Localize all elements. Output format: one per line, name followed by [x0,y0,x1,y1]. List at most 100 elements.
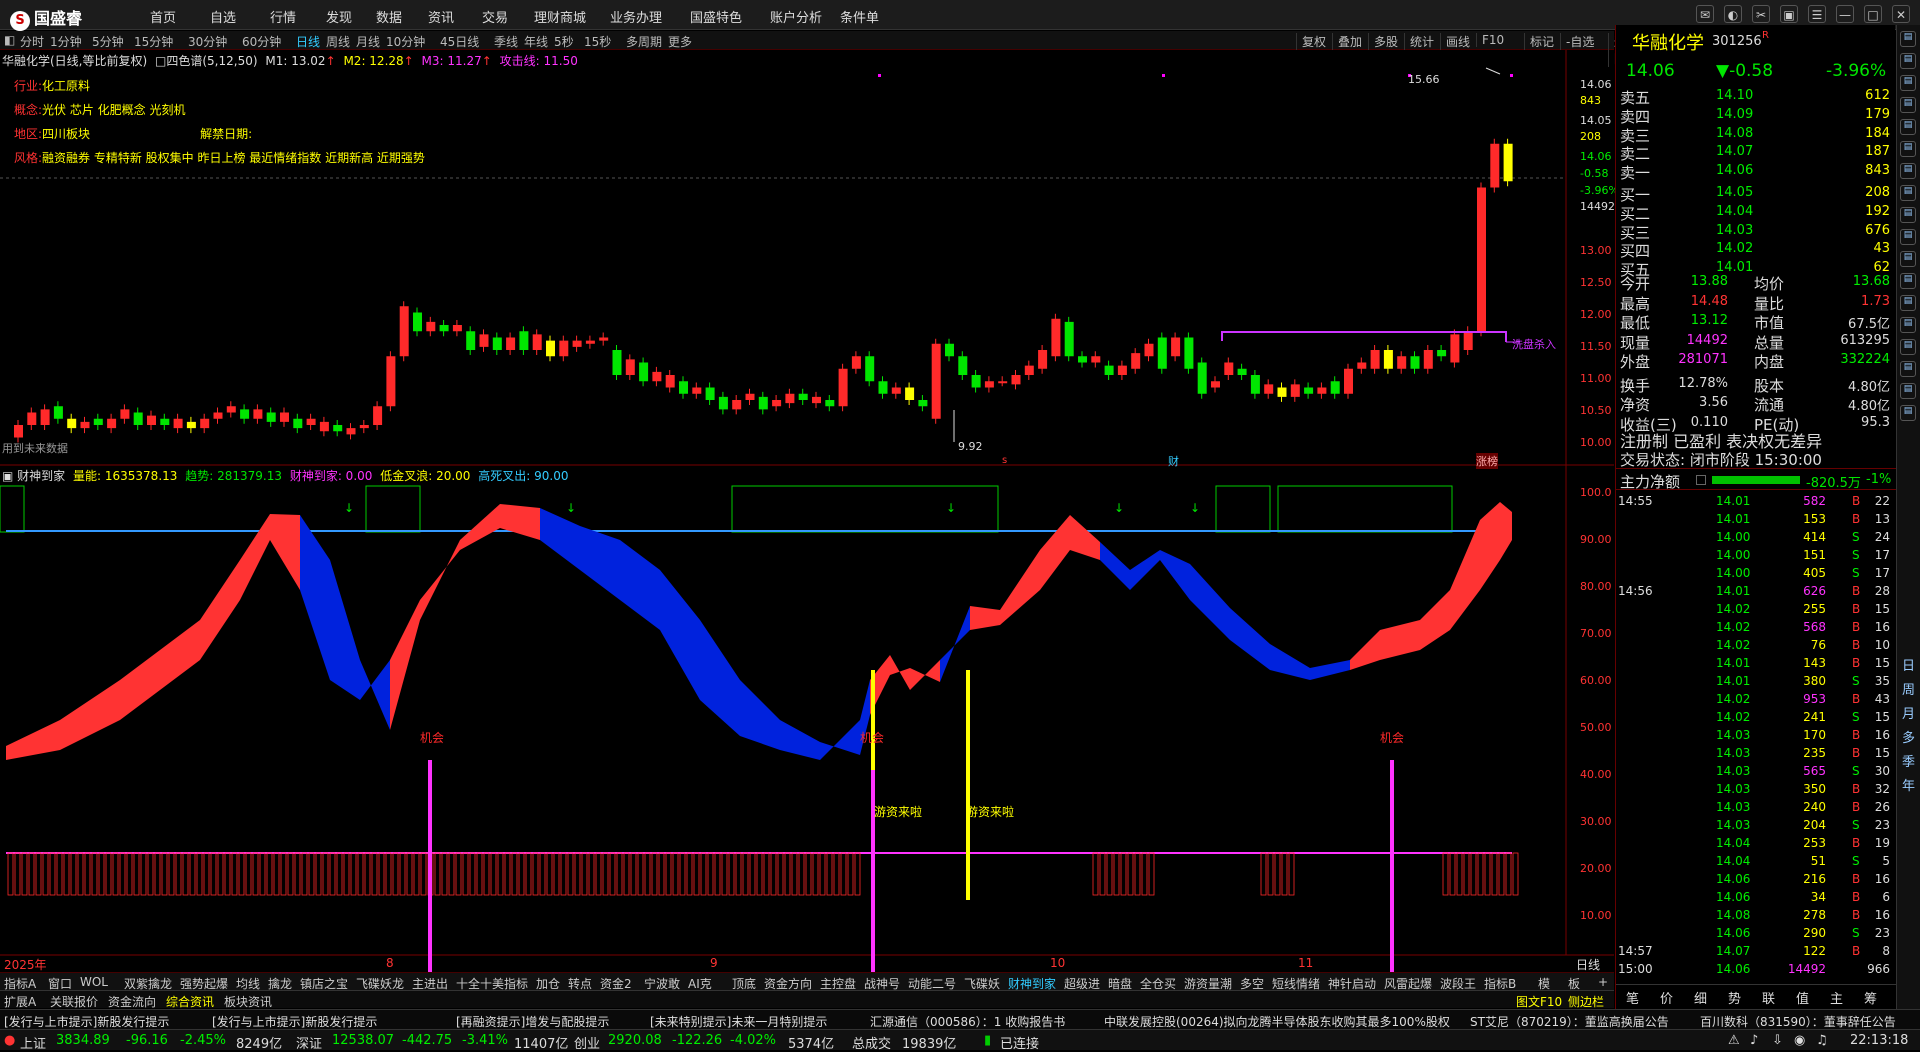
indicator-tab-2[interactable]: WOL [80,975,108,989]
alert-icon[interactable]: ⚠ [1728,1033,1740,1048]
side-period-3[interactable]: 多 [1902,727,1915,746]
ask-row[interactable]: 卖一 14.06 843 [1616,162,1896,182]
lock-icon[interactable]: ▣ [1780,5,1798,23]
menu-item-2[interactable]: 行情 [270,7,296,26]
quote-tab-6[interactable]: 主 [1830,988,1843,1007]
menu-item-6[interactable]: 交易 [482,7,508,26]
period-tab-4[interactable]: 30分钟 [188,33,227,50]
side-tool-icon[interactable]: ▤ [1900,53,1916,69]
quote-tab-1[interactable]: 价 [1660,988,1673,1007]
period-tab-5[interactable]: 60分钟 [242,33,281,50]
side-tool-icon[interactable]: ▤ [1900,361,1916,377]
news-item-6[interactable]: ST艾尼（870219）：董监高换届公告 [1470,1013,1669,1030]
news-item-3[interactable]: [未来特别提示]未来一月特别提示 [650,1013,827,1030]
quote-tab-3[interactable]: 势 [1728,988,1741,1007]
news-item-1[interactable]: [发行与上市提示]新股发行提示 [212,1013,377,1030]
chart-tool-1[interactable]: 叠加 [1332,33,1362,50]
period-tab-0[interactable]: 分时 [20,33,44,50]
minimize-icon[interactable]: — [1836,5,1854,23]
skin-icon[interactable]: ◐ [1724,5,1742,23]
menu-item-10[interactable]: 账户分析 [770,7,822,26]
ask-row[interactable]: 卖三 14.08 184 [1616,125,1896,145]
chart-tool-4[interactable]: 画线 [1440,33,1470,50]
side-tool-icon[interactable]: ▤ [1900,141,1916,157]
menu-item-7[interactable]: 理财商城 [534,7,586,26]
news-ticker[interactable]: [发行与上市提示]新股发行提示 [发行与上市提示]新股发行提示 [再融资提示]增发与… [0,1009,1920,1029]
side-tool-icon[interactable]: ▤ [1900,75,1916,91]
chat-icon[interactable]: ◉ [1794,1033,1805,1048]
chart-tool-3[interactable]: 统计 [1404,33,1434,50]
news-item-0[interactable]: [发行与上市提示]新股发行提示 [4,1013,169,1030]
close-icon[interactable]: ✕ [1892,5,1910,23]
quote-tab-4[interactable]: 联 [1762,988,1775,1007]
side-tool-icon[interactable]: ▤ [1900,163,1916,179]
chart-area[interactable]: ↓ ↓ ↓ ↓ ↓ 机会 机会 机会 游资来啦 游资来啦 华融化学(日线,等比前复权) □四色谱(… [0,50,1619,980]
quote-tab-2[interactable]: 细 [1694,988,1707,1007]
bell-icon[interactable]: ♫ [1816,1033,1828,1048]
bid-row[interactable]: 买二 14.04 192 [1616,203,1896,223]
side-tool-icon[interactable]: ▤ [1900,207,1916,223]
info-tab-3[interactable]: 综合资讯 [166,993,214,1010]
menu-item-5[interactable]: 资讯 [428,7,454,26]
ask-row[interactable]: 卖四 14.09 179 [1616,106,1896,126]
news-item-7[interactable]: 百川数科（831590）：董事辞任公告 [1700,1013,1896,1030]
period-tab-12[interactable]: 年线 [524,33,548,50]
side-tool-icon[interactable]: ▤ [1900,295,1916,311]
period-tab-10[interactable]: 45日线 [440,33,479,50]
period-tab-14[interactable]: 15秒 [584,33,611,50]
side-tool-icon[interactable]: ▤ [1900,317,1916,333]
chart-tool-6[interactable]: 标记 [1524,33,1554,50]
side-tool-icon[interactable]: ▤ [1900,31,1916,47]
side-tool-icon[interactable]: ▤ [1900,229,1916,245]
quote-tab-5[interactable]: 值 [1796,988,1809,1007]
maximize-icon[interactable]: □ [1864,5,1882,23]
download-icon[interactable]: ⇩ [1772,1033,1783,1048]
period-tab-1[interactable]: 1分钟 [50,33,82,50]
message-icon[interactable]: ✉ [1696,5,1714,23]
quote-tab-0[interactable]: 笔 [1626,988,1639,1007]
bid-row[interactable]: 买三 14.03 676 [1616,222,1896,242]
side-period-4[interactable]: 季 [1902,751,1915,770]
panel-toggle-icon[interactable]: ◧ [4,33,15,47]
indicator-right-3[interactable]: + [1598,975,1608,989]
period-tab-13[interactable]: 5秒 [554,33,574,50]
ask-row[interactable]: 卖五 14.10 612 [1616,87,1896,107]
menu-item-9[interactable]: 国盛特色 [690,7,742,26]
tools-icon[interactable]: ✂ [1752,5,1770,23]
menu-item-11[interactable]: 条件单 [840,7,879,26]
chart-tool-2[interactable]: 多股 [1368,33,1398,50]
menu-item-8[interactable]: 业务办理 [610,7,662,26]
side-period-1[interactable]: 周 [1902,679,1915,698]
f10-tab[interactable]: 图文F10 [1516,993,1562,1010]
side-tool-icon[interactable]: ▤ [1900,97,1916,113]
period-tab-16[interactable]: 更多 [668,33,692,50]
side-tool-icon[interactable]: ▤ [1900,185,1916,201]
side-tool-icon[interactable]: ▤ [1900,405,1916,421]
sidebar-tab[interactable]: 侧边栏 [1568,993,1604,1010]
ask-row[interactable]: 卖二 14.07 187 [1616,143,1896,163]
fund-toggle-icon[interactable] [1696,475,1706,485]
side-period-5[interactable]: 年 [1902,775,1915,794]
info-tab-2[interactable]: 资金流向 [108,993,156,1010]
bid-row[interactable]: 买一 14.05 208 [1616,184,1896,204]
news-item-5[interactable]: 中联发展控股(00264)拟向龙腾半导体股东收购其最多100%股权 [1104,1013,1450,1030]
chart-tool-5[interactable]: F10 [1476,33,1504,47]
settings-icon[interactable]: ☰ [1808,5,1826,23]
side-period-0[interactable]: 日 [1902,655,1915,674]
chart-tool-0[interactable]: 复权 [1296,33,1326,50]
period-tab-3[interactable]: 15分钟 [134,33,173,50]
period-tab-11[interactable]: 季线 [494,33,518,50]
bid-row[interactable]: 买四 14.02 43 [1616,240,1896,260]
menu-item-1[interactable]: 自选 [210,7,236,26]
news-item-4[interactable]: 汇源通信（000586）：1 收购报告书 [870,1013,1065,1030]
quote-tab-7[interactable]: 筹 [1864,988,1877,1007]
side-tool-icon[interactable]: ▤ [1900,383,1916,399]
volume-icon[interactable]: ♪ [1750,1033,1758,1048]
side-tool-icon[interactable]: ▤ [1900,251,1916,267]
period-tab-6[interactable]: 日线 [296,33,320,50]
info-tab-4[interactable]: 板块资讯 [224,993,272,1010]
side-tool-icon[interactable]: ▤ [1900,339,1916,355]
menu-item-3[interactable]: 发现 [326,7,352,26]
menu-item-0[interactable]: 首页 [150,7,176,26]
menu-item-4[interactable]: 数据 [376,7,402,26]
